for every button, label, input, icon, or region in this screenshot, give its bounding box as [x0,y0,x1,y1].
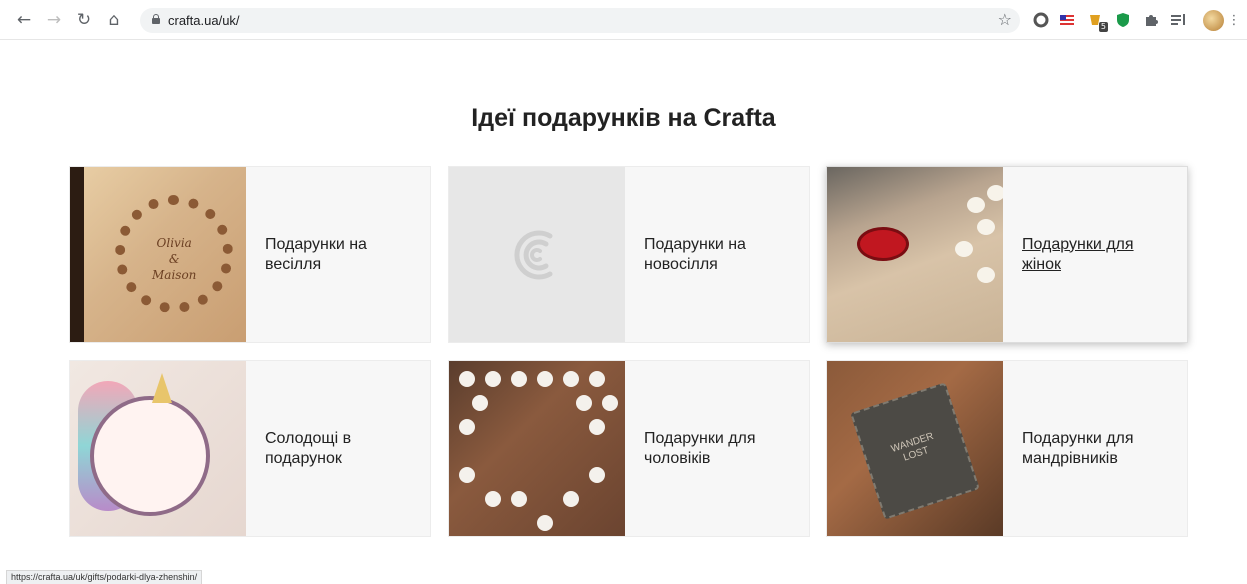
extension-badge: 5 [1098,22,1108,32]
reload-icon[interactable]: ↻ [72,8,96,32]
menu-kebab-icon[interactable]: ⋮ [1228,11,1241,29]
url-text[interactable]: crafta.ua/uk/ [168,13,240,28]
card-label: Подарунки для жінок [1022,235,1134,273]
placeholder-logo-image [449,167,625,342]
reading-list-icon[interactable] [1170,11,1188,29]
card-gifts-for-women[interactable]: Подарунки для жінок [826,166,1188,343]
card-sweets-gift[interactable]: Солодощі в подарунок [69,360,431,537]
page-title: Ідеї подарунків на Crafta [471,104,776,132]
notebook-embossing: WANDER LOST [889,430,936,464]
profile-avatar[interactable] [1203,10,1224,31]
unicorn-cookies-image [70,361,246,536]
browser-toolbar: ← → ↻ ⌂ crafta.ua/uk/ ☆ 5 ⋮ [0,0,1247,40]
home-icon[interactable]: ⌂ [102,8,126,32]
back-icon[interactable]: ← [12,8,36,32]
card-label: Подарунки для чоловіків [644,429,756,467]
card-gifts-for-men[interactable]: Подарунки для чоловіків [448,360,810,537]
leather-notebook-image: WANDER LOST [827,361,1003,536]
crafta-logo-icon [514,230,553,279]
flag-extension-icon[interactable] [1058,11,1076,29]
card-wedding-gifts[interactable]: Olivia & Maison Подарунки на весілля [69,166,431,343]
puzzle-extensions-icon[interactable] [1142,11,1160,29]
status-bar-link-preview: https://crafta.ua/uk/gifts/podarki-dlya-… [6,570,203,584]
card-label: Подарунки на весілля [265,235,367,273]
bookmark-star-icon[interactable]: ☆ [998,10,1012,29]
wedding-album-engraving: Olivia & Maison [152,236,197,282]
honey-extension-icon[interactable]: 5 [1086,11,1108,32]
wedding-album-image: Olivia & Maison [70,167,246,342]
card-housewarming-gifts[interactable]: Подарунки на новосілля [448,166,810,343]
lock-icon [152,14,160,24]
card-label: Солодощі в подарунок [265,429,352,467]
trench-coat-patch-image [827,167,1003,342]
card-label: Подарунки на новосілля [644,235,746,273]
opera-extension-icon[interactable] [1032,11,1050,29]
forward-icon[interactable]: → [42,8,66,32]
card-label: Подарунки для мандрівників [1022,429,1134,467]
address-bar[interactable]: crafta.ua/uk/ ☆ [140,8,1020,33]
card-gifts-for-travelers[interactable]: WANDER LOST Подарунки для мандрівників [826,360,1188,537]
shield-extension-icon[interactable] [1114,11,1132,29]
beer-cap-map-image [449,361,625,536]
